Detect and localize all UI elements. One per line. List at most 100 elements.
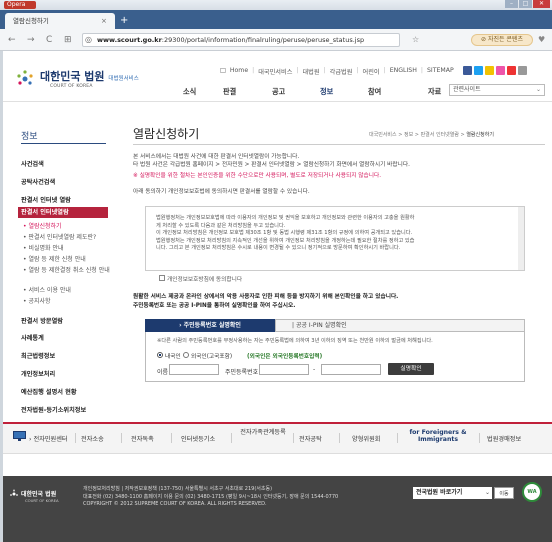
terms-line: 니다. 그리고 본 개인정보 처리방침은 수시로 내용이 변경될 수 있으니 정… — [156, 245, 401, 251]
new-tab-icon[interactable]: + — [120, 13, 128, 29]
saved-contents-label: 자진든 콘텐츠 — [487, 36, 523, 43]
sidebar-sub-restriction[interactable]: • 열람 등 제한 신청 안내 — [23, 256, 86, 264]
footer-contact: 대표전화 (02) 3480-1100 홈페이지 이용 문의 (02) 3480… — [83, 494, 339, 500]
radio-foreigner[interactable] — [183, 352, 189, 358]
app-icon[interactable] — [518, 66, 527, 75]
breadcrumb-item[interactable]: 대국민서비스 — [369, 132, 397, 138]
footer-link-registry[interactable]: 인터넷등기소 — [181, 434, 215, 443]
radio-korean[interactable] — [157, 352, 163, 358]
sidebar-item-registry-location[interactable]: 전자법원-등기소위치정보 — [21, 405, 86, 414]
sidebar-item-budget[interactable]: 예산집행 설명서 현황 — [21, 387, 77, 396]
tab-rrn-verification[interactable]: › 주민등록번호 실명확인 — [145, 319, 275, 332]
opera-menu-button[interactable]: Opera — [4, 1, 36, 9]
top-link-kids[interactable]: 어린이 — [363, 67, 380, 76]
breadcrumb: 대국민서비스 > 정보 > 판결서 인터넷열람 > 열람신청하기 — [369, 132, 494, 138]
court-shortcut-select[interactable]: 전국법원 바로가기 ⌄ — [413, 487, 492, 499]
privacy-terms-box[interactable]: 법원행정처는 개인정보보호법에 따라 이용자의 개인정보 및 권익을 보호하고 … — [145, 206, 525, 271]
speed-dial-icon[interactable]: ⊞ — [64, 34, 72, 46]
agree-label[interactable]: 개인정보보호방침에 동의합니다 — [167, 274, 242, 283]
nav-judgments[interactable]: 판결 — [223, 87, 272, 97]
bookmark-icon[interactable]: ☆ — [412, 34, 419, 46]
tab-ipin-verification[interactable]: | 공공 I-PIN 실명확인 — [275, 319, 525, 332]
sidebar-sub-label: 서비스 이용 안내 — [28, 287, 71, 294]
footer-link-e-litigation[interactable]: 전자소송 — [81, 434, 104, 443]
rrn-warning-note: ※다른 사람의 주민등록번호를 부정사용하는 자는 주민등록법에 의하여 3년 … — [157, 338, 433, 344]
sidebar-sub-label: 열람 등 제한 신청 안내 — [28, 256, 86, 263]
close-window-icon[interactable]: ✕ — [533, 0, 550, 8]
sidebar-sub-notice[interactable]: • 공지사항 — [23, 298, 51, 306]
browser-titlebar — [0, 0, 552, 10]
footer-link-e-payment[interactable]: 전자독촉 — [131, 434, 154, 443]
nav-news[interactable]: 소식 — [183, 87, 223, 97]
agree-checkbox[interactable] — [159, 275, 165, 281]
sidebar-item-visit[interactable]: 판결서 방문열람 — [21, 316, 63, 325]
verify-name-button[interactable]: 실명확인 — [388, 363, 434, 375]
sidebar-item-judgment-online-active[interactable]: 판결서 인터넷열람 — [18, 207, 108, 218]
nav-information[interactable]: 정보 — [320, 87, 368, 97]
blog-icon[interactable] — [485, 66, 494, 75]
sidebar-sub-usage[interactable]: • 서비스 이용 안내 — [23, 287, 71, 295]
nav-participation[interactable]: 참여 — [368, 87, 428, 97]
sidebar-sub-anonymization[interactable]: • 비실명화 안내 — [23, 245, 63, 253]
saved-contents-button[interactable]: ⊘ 자진든 콘텐츠 — [471, 34, 533, 46]
name-input[interactable] — [169, 364, 219, 375]
court-shortcut-label: 전국법원 바로가기 — [416, 489, 463, 496]
related-sites-select[interactable]: 관련사이트 ⌄ — [449, 84, 545, 96]
top-link-public-services[interactable]: 대국민서비스 — [258, 67, 292, 76]
breadcrumb-item[interactable]: 판결서 인터넷열람 — [421, 132, 459, 138]
breadcrumb-item[interactable]: 정보 — [404, 132, 413, 138]
footer-link-sentencing[interactable]: 양형위원회 — [352, 434, 380, 443]
sidebar-sub-about[interactable]: • 판결서 인터넷열람 제도란? — [23, 234, 96, 242]
tab-close-icon[interactable]: × — [101, 13, 107, 29]
foreigner-note: (외국인은 외국인등록번호입력) — [247, 354, 323, 360]
sidebar-item-case-search[interactable]: 사건검색 — [21, 159, 44, 168]
window-controls: – □ ✕ — [505, 0, 550, 9]
site-info-icon[interactable]: ◎ — [85, 35, 92, 45]
sidebar-sub-apply[interactable]: • 열람신청하기 — [23, 223, 62, 231]
twitter-icon[interactable] — [474, 66, 483, 75]
logo-tag: 대법원서비스 — [108, 76, 139, 82]
sidebar-title-underline — [21, 143, 106, 144]
terms-scrollbar[interactable] — [518, 207, 524, 270]
sidebar-item-statistics[interactable]: 사례통계 — [21, 333, 44, 342]
sidebar-item-deposit-search[interactable]: 공탁사건검색 — [21, 177, 55, 186]
flickr-icon[interactable] — [496, 66, 505, 75]
forward-icon[interactable]: → — [27, 34, 35, 46]
court-emblem-icon — [17, 70, 33, 85]
rrn-label: 주민등록번호 — [225, 369, 259, 376]
facebook-icon[interactable] — [463, 66, 472, 75]
back-icon[interactable]: ← — [8, 34, 16, 46]
radio-korean-label[interactable]: 내국인 — [165, 351, 181, 360]
rrn-second-input[interactable] — [321, 364, 381, 375]
youtube-icon[interactable] — [507, 66, 516, 75]
sidebar-item-judgment-online[interactable]: 판결서 인터넷 열람 — [21, 195, 71, 204]
nav-notices[interactable]: 공고 — [272, 87, 320, 97]
footer-link-auction[interactable]: 법원경매정보 — [487, 434, 521, 443]
court-go-button[interactable]: 이동 — [494, 487, 514, 499]
browser-tab[interactable]: 열람신청하기 — [5, 13, 115, 29]
footer-link-foreigners[interactable]: for Foreigners & Immigrants — [401, 429, 475, 443]
heart-icon[interactable]: ♥ — [538, 34, 545, 46]
auth-intro-line-1: 원활한 서비스 제공과 온라인 상에서의 악용 사용자로 인한 피해 등을 방지… — [133, 294, 399, 300]
sidebar-sub-cancel[interactable]: • 열람 등 제한결정 취소 신청 안내 — [23, 267, 113, 275]
minimize-icon[interactable]: – — [505, 0, 518, 8]
site-logo[interactable]: 대한민국 법원 대법원서비스 — [40, 68, 139, 84]
url-field[interactable]: www.scourt.go.kr:29300/portal/informatio… — [82, 33, 400, 47]
top-link-sitemap[interactable]: SITEMAP — [427, 67, 454, 76]
top-link-supreme-court[interactable]: 대법원 — [302, 67, 319, 76]
top-link-courts[interactable]: 각급법원 — [330, 67, 353, 76]
footer-link-e-civil[interactable]: › 전자민원센터 — [29, 434, 68, 443]
rrn-first-input[interactable] — [259, 364, 309, 375]
logo-subtitle: COURT OF KOREA — [50, 84, 93, 89]
top-link-english[interactable]: ENGLISH — [390, 67, 417, 76]
sidebar-sub-label: 열람신청하기 — [28, 223, 62, 230]
footer-link-family[interactable]: 전자가족관계등록 — [237, 429, 289, 436]
nav-data[interactable]: 자료 — [428, 87, 448, 97]
footer-link-e-deposit[interactable]: 전자공탁 — [299, 434, 322, 443]
maximize-icon[interactable]: □ — [519, 0, 532, 8]
reload-icon[interactable]: C — [46, 34, 52, 46]
top-link-home[interactable]: Home — [230, 67, 248, 76]
sidebar-item-privacy[interactable]: 개인정보처리 — [21, 369, 55, 378]
radio-foreigner-label[interactable]: 외국인(고국포함) — [191, 351, 232, 360]
sidebar-item-laws[interactable]: 최근법령정보 — [21, 351, 55, 360]
